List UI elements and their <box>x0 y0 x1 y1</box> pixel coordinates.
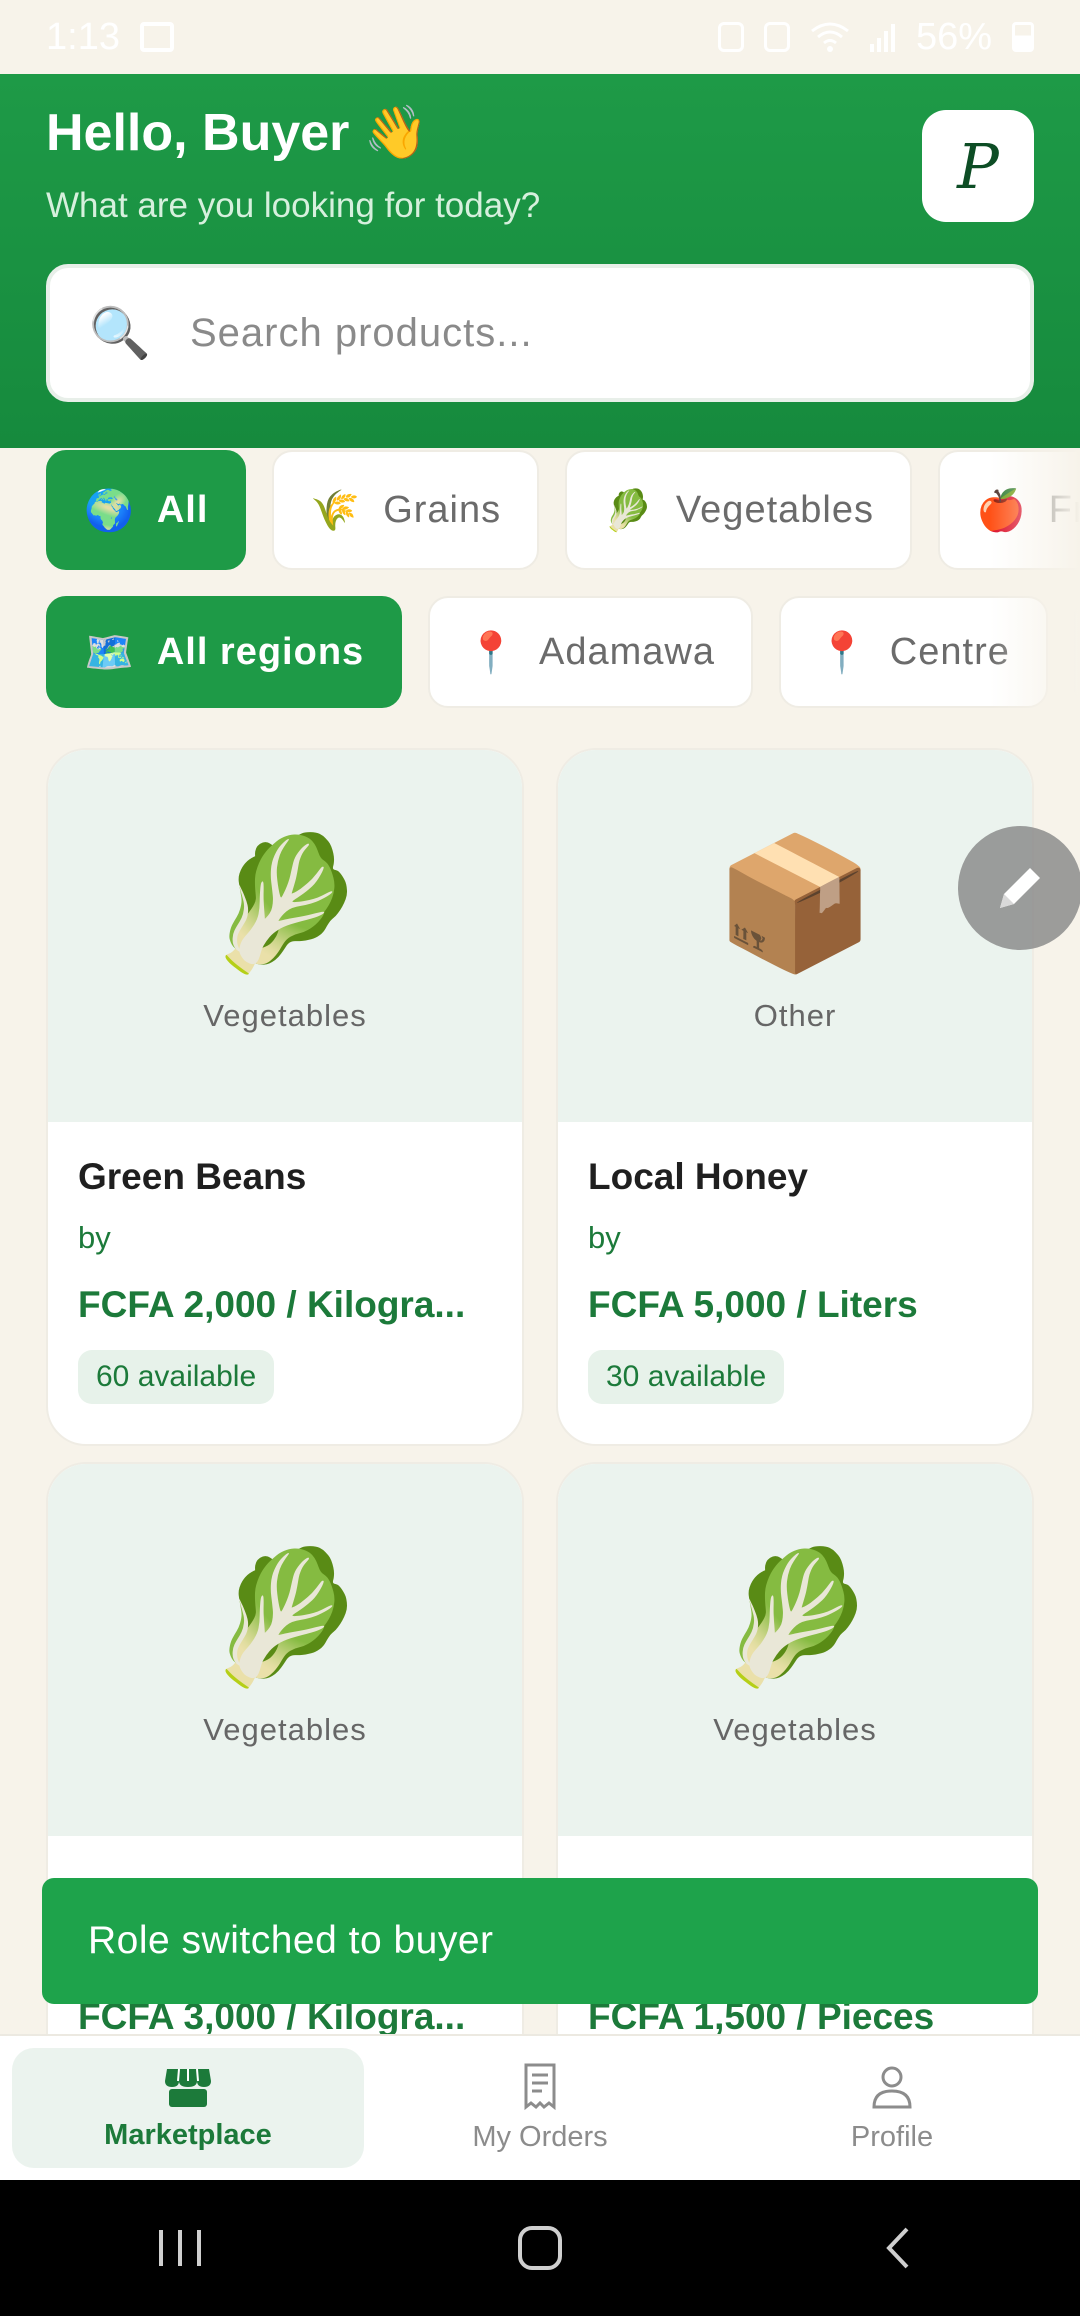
chip-label: Vegetables <box>675 488 874 531</box>
product-seller: by <box>78 1220 111 1255</box>
battery-saver-icon <box>717 22 744 52</box>
grain-icon: 🌾 <box>310 488 362 533</box>
product-category: Vegetables <box>203 998 367 1033</box>
product-image: 🥬 Vegetables <box>48 1464 522 1836</box>
chip-label: All <box>156 488 209 531</box>
store-icon <box>165 2068 211 2107</box>
region-chip-centre[interactable]: 📍 Centre <box>778 596 1048 708</box>
search-input[interactable] <box>190 310 1030 356</box>
package-icon: 📦 <box>714 830 876 976</box>
recent-apps-icon[interactable] <box>157 2226 203 2270</box>
nav-profile[interactable]: Profile <box>716 2048 1068 2168</box>
battery-icon <box>1012 22 1034 52</box>
leafy-green-icon: 🥬 <box>603 488 654 533</box>
category-chip-vegetables[interactable]: 🥬 Vegetables <box>565 450 912 570</box>
nav-label: Marketplace <box>104 2118 272 2151</box>
product-price: FCFA 2,000 / Kilogra... <box>78 1284 466 1325</box>
status-bar: 1:13 56% <box>0 0 1080 74</box>
product-name: Green Beans <box>78 1156 307 1197</box>
search-icon: 🔍 <box>88 304 152 361</box>
leafy-green-icon: 🥬 <box>714 1544 876 1690</box>
globe-icon: 🌍 <box>84 488 135 533</box>
app-logo-button[interactable]: P <box>922 110 1034 222</box>
bottom-navigation: Marketplace My Orders Profile <box>0 2034 1080 2180</box>
location-pin-icon: 📍 <box>466 630 517 675</box>
app-header: Hello, Buyer 👋 What are you looking for … <box>0 74 1080 448</box>
person-icon <box>872 2066 912 2108</box>
gallery-notification-icon <box>139 22 174 52</box>
status-time: 1:13 <box>46 15 120 58</box>
back-icon[interactable] <box>877 2225 923 2271</box>
pencil-icon <box>1000 868 1040 908</box>
product-category: Other <box>753 998 837 1033</box>
signal-icon <box>869 24 895 52</box>
leafy-green-icon: 🥬 <box>204 1544 366 1690</box>
apple-icon: 🍎 <box>975 488 1027 533</box>
product-category: Vegetables <box>203 1712 367 1747</box>
chip-label: Fruits <box>1048 488 1080 531</box>
region-filter-row: 🗺️ All regions 📍 Adamawa 📍 Centre 📍 <box>46 596 1080 708</box>
nav-my-orders[interactable]: My Orders <box>364 2048 716 2168</box>
wifi-icon <box>811 22 849 52</box>
product-card[interactable]: 📦 Other Local Honey by FCFA 5,000 / Lite… <box>556 748 1034 1446</box>
region-chip-all[interactable]: 🗺️ All regions <box>46 596 403 708</box>
product-category: Vegetables <box>713 1712 877 1747</box>
chip-label: All regions <box>156 630 365 673</box>
nav-label: My Orders <box>472 2120 608 2153</box>
system-navigation-bar <box>0 2180 1080 2316</box>
product-image: 📦 Other <box>558 750 1032 1122</box>
product-card[interactable]: 🥬 Vegetables Green Beans by FCFA 2,000 /… <box>46 748 524 1446</box>
chip-label: Adamawa <box>539 630 715 673</box>
chip-label: Grains <box>383 488 502 531</box>
category-chip-grains[interactable]: 🌾 Grains <box>272 450 540 570</box>
search-bar[interactable]: 🔍 <box>46 264 1034 402</box>
category-chip-all[interactable]: 🌍 All <box>46 450 247 570</box>
region-chip-next[interactable]: 📍 <box>1073 596 1080 708</box>
nav-label: Profile <box>850 2120 934 2153</box>
world-map-icon: 🗺️ <box>84 630 135 675</box>
toast-message: Role switched to buyer <box>88 1919 494 1962</box>
availability-badge: 60 available <box>78 1350 275 1404</box>
category-chip-fruits[interactable]: 🍎 Fruits <box>937 450 1080 570</box>
region-chip-adamawa[interactable]: 📍 Adamawa <box>428 596 753 708</box>
category-filter-row: 🌍 All 🌾 Grains 🥬 Vegetables 🍎 Fruits <box>46 450 1080 570</box>
chip-label: Centre <box>889 630 1010 673</box>
greeting-subtitle: What are you looking for today? <box>46 186 541 225</box>
location-pin-icon: 📍 <box>816 630 868 675</box>
product-image: 🥬 Vegetables <box>558 1464 1032 1836</box>
product-price: FCFA 5,000 / Liters <box>588 1284 918 1325</box>
product-image: 🥬 Vegetables <box>48 750 522 1122</box>
leafy-green-icon: 🥬 <box>204 830 366 976</box>
home-icon[interactable] <box>517 2225 563 2271</box>
availability-badge: 30 available <box>588 1350 785 1404</box>
product-seller: by <box>588 1220 621 1255</box>
greeting-title: Hello, Buyer 👋 <box>46 104 429 162</box>
alarm-icon <box>763 22 790 52</box>
edit-fab-button[interactable] <box>958 826 1080 950</box>
nav-marketplace[interactable]: Marketplace <box>12 2048 364 2168</box>
toast-snackbar: Role switched to buyer <box>42 1878 1038 2004</box>
app-logo: P <box>957 129 999 203</box>
battery-percent: 56% <box>915 15 992 58</box>
receipt-icon <box>524 2063 556 2110</box>
product-name: Local Honey <box>588 1156 808 1197</box>
